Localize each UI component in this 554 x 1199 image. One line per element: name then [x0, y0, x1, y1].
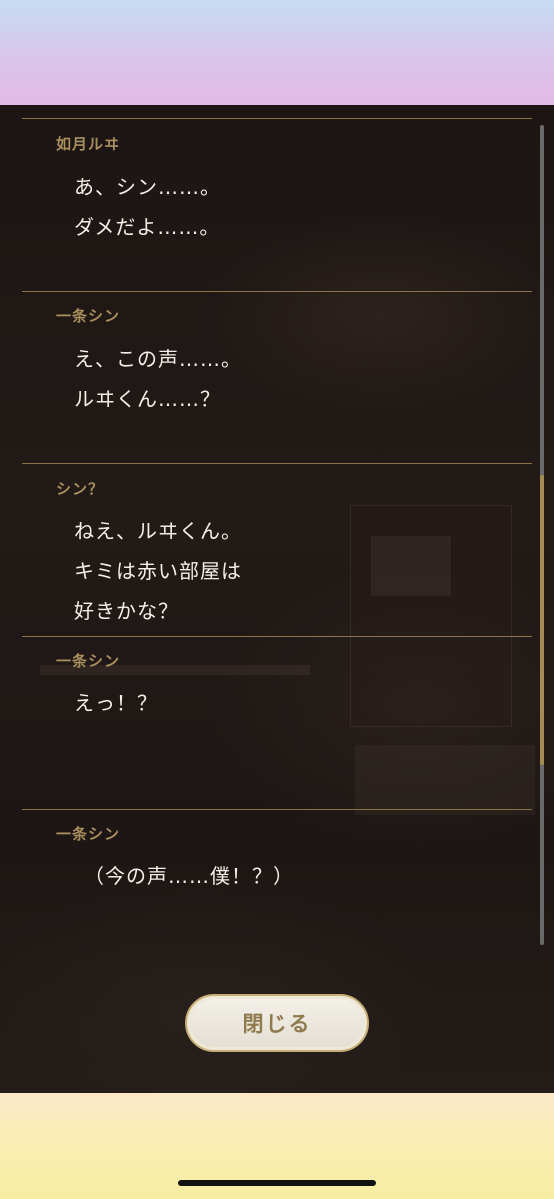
entry-divider	[22, 636, 532, 637]
close-button[interactable]: 閉じる	[185, 994, 369, 1052]
dialogue-line: え、この声……。	[74, 347, 242, 371]
entry-divider	[22, 809, 532, 810]
background-desk	[355, 745, 535, 815]
dialogue-line: えっ！？	[74, 691, 158, 715]
speaker-name: 一条シン	[56, 825, 121, 843]
dialogue-line: あ、シン……。	[74, 175, 221, 199]
top-background	[0, 0, 554, 105]
speaker-name: 如月ルヰ	[56, 135, 121, 153]
speaker-name: 一条シン	[56, 307, 121, 325]
entry-divider	[22, 463, 532, 464]
dialogue-line: ねえ、ルヰくん。	[74, 519, 242, 543]
entry-divider	[22, 118, 532, 119]
dialogue-line: キミは赤い部屋は	[74, 559, 242, 583]
home-indicator[interactable]	[178, 1180, 376, 1186]
scrollbar-thumb[interactable]	[540, 475, 544, 765]
backlog-panel[interactable]: 如月ルヰ あ、シン……。 ダメだよ……。 一条シン え、この声……。 ルヰくん……	[0, 105, 554, 1093]
speaker-name: 一条シン	[56, 652, 121, 670]
dialogue-line: （今の声……僕！？）	[84, 864, 294, 888]
speaker-name: シン？	[56, 480, 105, 498]
dialogue-line: 好きかな？	[74, 599, 179, 623]
background-bookshelf	[350, 505, 512, 727]
dialogue-line: ルヰくん……？	[74, 387, 221, 411]
entry-divider	[22, 291, 532, 292]
dialogue-line: ダメだよ……。	[74, 215, 221, 239]
